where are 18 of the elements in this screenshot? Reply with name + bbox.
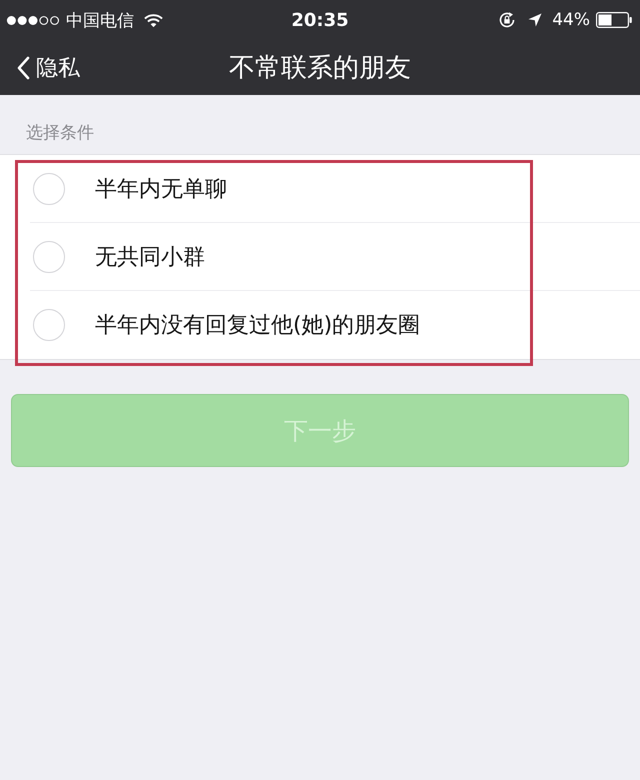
battery-percent: 44% [552,10,590,30]
location-arrow-icon [528,13,542,27]
clock-time: 20:35 [291,10,349,30]
page-title: 不常联系的朋友 [229,52,411,85]
option-label: 半年内没有回复过他(她)的朋友圈 [95,312,420,340]
radio-button[interactable] [33,309,65,341]
option-label: 无共同小群 [95,244,205,272]
option-label: 半年内无单聊 [95,176,227,204]
back-button[interactable]: 隐私 [0,48,86,86]
chevron-left-icon [16,56,30,80]
orientation-lock-icon [498,11,516,29]
wifi-icon [144,12,163,28]
radio-button[interactable] [33,173,65,205]
carrier-name: 中国电信 [66,10,134,32]
signal-strength-icon [6,14,60,26]
section-header: 选择条件 [25,122,95,145]
battery-icon [596,12,632,28]
radio-button[interactable] [33,241,65,273]
